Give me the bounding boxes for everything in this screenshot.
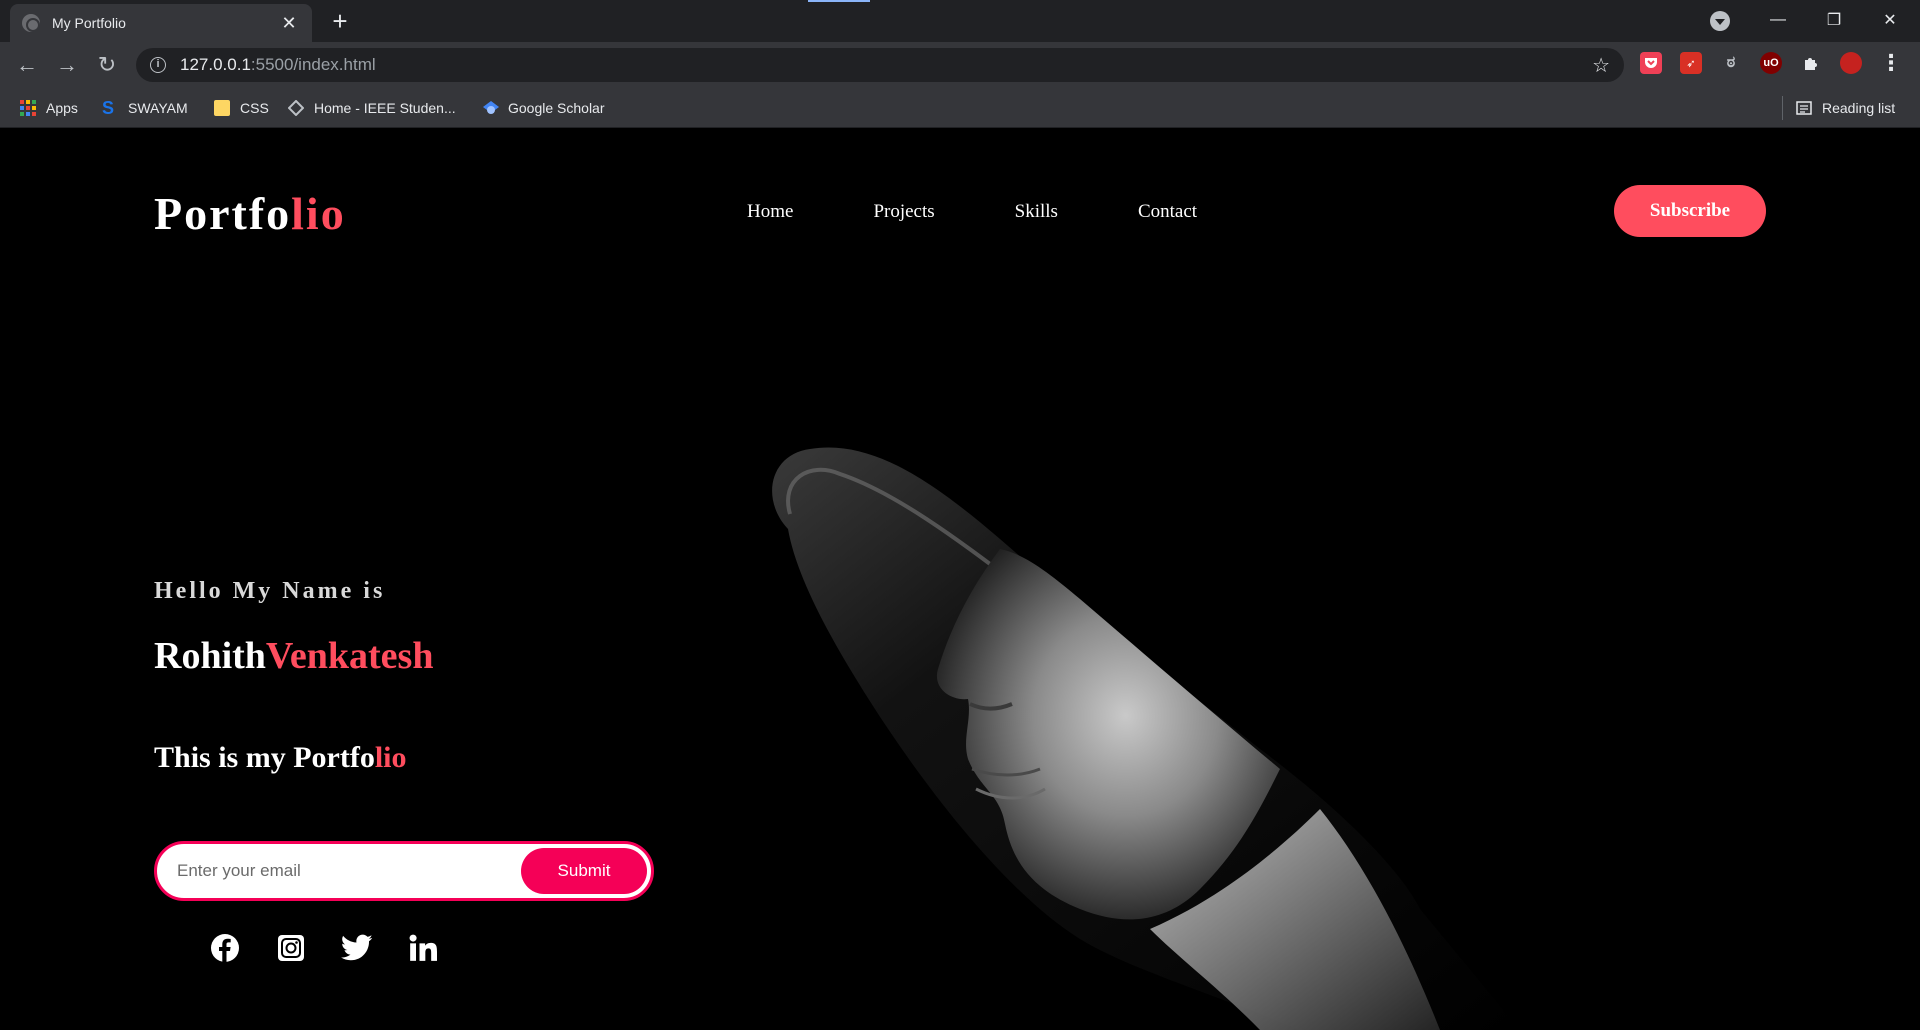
profile-avatar-icon[interactable] xyxy=(1840,52,1862,74)
ieee-diamond-icon xyxy=(287,99,305,117)
submit-button[interactable]: Submit xyxy=(521,848,647,894)
close-tab-icon[interactable]: ✕ xyxy=(278,12,300,34)
linkedin-icon[interactable] xyxy=(406,931,440,965)
hooded-woman-portrait xyxy=(772,447,1520,1030)
bookmark-google-scholar[interactable]: Google Scholar xyxy=(482,88,605,128)
page-viewport: Portfolio Home Projects Skills Contact S… xyxy=(0,129,1920,1030)
bookmark-ieee[interactable]: Home - IEEE Studen... xyxy=(287,88,456,128)
email-signup-form: Submit xyxy=(154,841,654,901)
script-extension-icon[interactable]: ಠ xyxy=(1720,52,1742,74)
bookmark-label: CSS xyxy=(240,100,269,116)
bookmark-star-icon[interactable]: ☆ xyxy=(1592,53,1610,78)
menu-kebab-icon[interactable]: ⋮ xyxy=(1880,50,1902,75)
bookmark-label: SWAYAM xyxy=(128,100,188,116)
browser-tab-strip: My Portfolio ✕ + — ❐ ✕ xyxy=(0,0,1920,42)
bookmark-css[interactable]: CSS xyxy=(214,88,269,128)
reading-list[interactable]: Reading list xyxy=(1796,88,1895,128)
hero-name: RohithVenkatesh xyxy=(154,634,433,678)
tab-title: My Portfolio xyxy=(52,15,126,31)
nav-projects[interactable]: Projects xyxy=(873,201,934,223)
arrow-extension-icon[interactable]: ➶ xyxy=(1680,52,1702,74)
bookmarks-bar: Apps S SWAYAM CSS Home - IEEE Studen... … xyxy=(0,88,1920,128)
facebook-icon[interactable] xyxy=(208,931,242,965)
reading-list-icon xyxy=(1796,100,1812,116)
bookmark-apps[interactable]: Apps xyxy=(20,88,78,128)
site-info-icon[interactable]: i xyxy=(150,57,166,73)
back-icon[interactable]: ← xyxy=(12,50,42,80)
tab-my-portfolio[interactable]: My Portfolio ✕ xyxy=(10,4,312,42)
site-logo[interactable]: Portfolio xyxy=(154,187,346,240)
close-window-button[interactable]: ✕ xyxy=(1862,0,1918,40)
subscribe-button[interactable]: Subscribe xyxy=(1614,185,1766,237)
bookmark-swayam[interactable]: S SWAYAM xyxy=(102,88,188,128)
bookmark-label: Home - IEEE Studen... xyxy=(314,100,456,116)
ublock-origin-icon[interactable]: uO xyxy=(1760,52,1782,74)
bookmark-label: Apps xyxy=(46,100,78,116)
bookmarks-separator xyxy=(1782,96,1783,120)
nav-home[interactable]: Home xyxy=(747,201,793,223)
address-bar[interactable]: i 127.0.0.1:5500/index.html ☆ xyxy=(136,48,1624,82)
last-name: Venkatesh xyxy=(265,635,434,677)
first-name: Rohith xyxy=(154,635,266,677)
url-text[interactable]: 127.0.0.1:5500/index.html xyxy=(180,55,1592,75)
twitter-icon[interactable] xyxy=(340,931,374,965)
hero-greeting: Hello My Name is xyxy=(154,578,386,604)
extensions-puzzle-icon[interactable] xyxy=(1800,52,1822,74)
reading-list-label: Reading list xyxy=(1822,100,1896,116)
bookmark-label: Google Scholar xyxy=(508,100,605,116)
minimize-button[interactable]: — xyxy=(1750,0,1806,40)
swayam-icon: S xyxy=(102,98,115,118)
tab-strip-accent xyxy=(808,0,870,2)
apps-grid-icon xyxy=(20,100,36,116)
restore-button[interactable]: ❐ xyxy=(1806,0,1862,40)
pocket-extension-icon[interactable] xyxy=(1640,52,1662,74)
browser-toolbar: ← → ↻ i 127.0.0.1:5500/index.html ☆ ➶ ಠ … xyxy=(0,42,1920,88)
main-nav: Home Projects Skills Contact xyxy=(747,201,1277,223)
globe-icon xyxy=(22,14,40,32)
forward-icon[interactable]: → xyxy=(52,50,82,80)
nav-skills[interactable]: Skills xyxy=(1015,201,1058,223)
new-tab-button[interactable]: + xyxy=(326,8,354,36)
folder-icon xyxy=(214,100,230,116)
instagram-icon[interactable] xyxy=(274,931,308,965)
hero-tagline: This is my Portfolio xyxy=(154,741,407,774)
reload-icon[interactable]: ↻ xyxy=(92,50,122,80)
social-links xyxy=(208,931,472,965)
scholar-icon xyxy=(482,100,499,116)
tab-search-icon[interactable] xyxy=(1710,11,1730,31)
email-input[interactable] xyxy=(175,860,521,882)
nav-contact[interactable]: Contact xyxy=(1138,201,1197,223)
